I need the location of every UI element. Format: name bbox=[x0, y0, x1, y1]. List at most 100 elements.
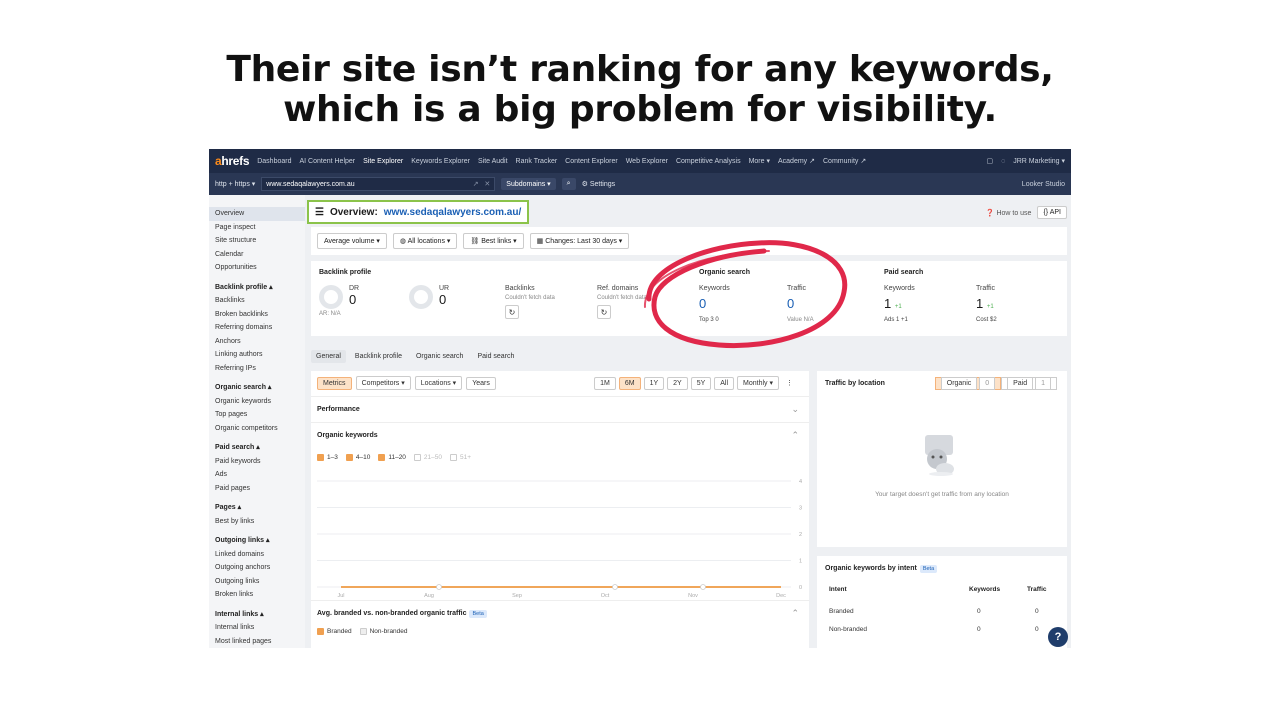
ur-metric[interactable]: UR 0 bbox=[409, 285, 449, 309]
nav-rank-tracker[interactable]: Rank Tracker bbox=[516, 158, 558, 165]
nav-more[interactable]: More ▾ bbox=[749, 157, 770, 165]
sidebar-section-outgoing-links[interactable]: Outgoing links ▴ bbox=[209, 534, 305, 548]
sidebar-item-broken-links[interactable]: Broken links bbox=[209, 588, 305, 602]
sidebar-item-internal-links[interactable]: Internal links bbox=[209, 621, 305, 635]
nav-academy[interactable]: Academy ↗ bbox=[778, 157, 815, 165]
sidebar-item-outgoing-anchors[interactable]: Outgoing anchors bbox=[209, 561, 305, 575]
ahrefs-logo[interactable]: ahrefs bbox=[215, 154, 250, 168]
account-menu[interactable]: JRR Marketing ▾ bbox=[1013, 157, 1065, 165]
screen-icon[interactable]: ▢ bbox=[986, 157, 993, 165]
tab-paid-search[interactable]: Paid search bbox=[472, 350, 519, 363]
nav-dashboard[interactable]: Dashboard bbox=[257, 158, 291, 165]
sidebar-item-referring-ips[interactable]: Referring IPs bbox=[209, 362, 305, 376]
locations-filter[interactable]: ◍ All locations ▾ bbox=[392, 233, 458, 249]
target-url-input[interactable]: www.sedaqalawyers.com.au ↗ ✕ bbox=[261, 177, 496, 191]
metrics-chip[interactable]: Metrics bbox=[317, 376, 352, 390]
locations-chip[interactable]: Locations ▾ bbox=[414, 376, 463, 390]
sidebar-item-top-pages[interactable]: Top pages bbox=[209, 408, 305, 422]
paid-keywords-metric[interactable]: Keywords 1 +1 Ads 1 +1 bbox=[884, 285, 915, 323]
performance-row[interactable]: Performance ⌄ bbox=[311, 396, 809, 422]
row-branded-keywords[interactable]: 0 bbox=[977, 608, 981, 615]
dr-metric[interactable]: DR 0 AR: N/A bbox=[319, 285, 359, 317]
nav-community[interactable]: Community ↗ bbox=[823, 157, 866, 165]
overview-url-link[interactable]: www.sedaqalawyers.com.au/ bbox=[384, 207, 521, 218]
chevron-up-icon[interactable]: ⌃ bbox=[791, 608, 799, 619]
protocol-select[interactable]: http + https ▾ bbox=[215, 180, 255, 188]
settings-button[interactable]: ⚙ Settings bbox=[582, 180, 616, 188]
sidebar-item-site-structure[interactable]: Site structure bbox=[209, 234, 305, 248]
data-point-marker[interactable] bbox=[612, 584, 618, 590]
help-button[interactable]: ? bbox=[1048, 627, 1068, 647]
toggle-paid[interactable]: Paid 1 bbox=[1001, 377, 1057, 390]
years-chip[interactable]: Years bbox=[466, 376, 496, 390]
help-circle-icon[interactable]: ◌ bbox=[1001, 158, 1005, 165]
changes-filter[interactable]: ▦ Changes: Last 30 days ▾ bbox=[529, 233, 630, 249]
nav-web-explorer[interactable]: Web Explorer bbox=[626, 158, 668, 165]
sidebar-item-best-by-links[interactable]: Best by links bbox=[209, 515, 305, 529]
paid-keywords-value[interactable]: 1 bbox=[884, 296, 891, 311]
mode-select[interactable]: Subdomains ▾ bbox=[501, 178, 556, 190]
external-and-clear-icons[interactable]: ↗ ✕ bbox=[473, 180, 491, 188]
backlinks-metric[interactable]: Backlinks Couldn't fetch data ↻ bbox=[505, 285, 555, 319]
legend-21-50[interactable]: 21–50 bbox=[413, 454, 442, 461]
chevron-down-icon[interactable]: ⌄ bbox=[791, 404, 799, 415]
nav-keywords-explorer[interactable]: Keywords Explorer bbox=[411, 158, 470, 165]
paid-traffic-value[interactable]: 1 bbox=[976, 296, 983, 311]
sidebar-item-organic-competitors[interactable]: Organic competitors bbox=[209, 422, 305, 436]
nav-site-explorer[interactable]: Site Explorer bbox=[363, 158, 403, 165]
sidebar-item-ads[interactable]: Ads bbox=[209, 468, 305, 482]
sidebar-item-page-inspect[interactable]: Page inspect bbox=[209, 221, 305, 235]
sidebar-item-organic-keywords[interactable]: Organic keywords bbox=[209, 395, 305, 409]
range-2y[interactable]: 2Y bbox=[667, 376, 688, 390]
nav-content-explorer[interactable]: Content Explorer bbox=[565, 158, 618, 165]
toggle-organic[interactable]: Organic 0 bbox=[934, 377, 1002, 390]
legend-1-3[interactable]: 1–3 bbox=[317, 454, 338, 461]
sidebar-section-paid-search[interactable]: Paid search ▴ bbox=[209, 441, 305, 455]
tab-organic-search[interactable]: Organic search bbox=[411, 350, 468, 363]
menu-icon[interactable]: ☰ bbox=[315, 207, 324, 218]
sidebar-section-internal-links[interactable]: Internal links ▴ bbox=[209, 608, 305, 622]
tab-backlink-profile[interactable]: Backlink profile bbox=[350, 350, 407, 363]
search-icon[interactable]: ⌕ bbox=[561, 178, 576, 190]
nav-competitive-analysis[interactable]: Competitive Analysis bbox=[676, 158, 741, 165]
sidebar-item-opportunities[interactable]: Opportunities bbox=[209, 261, 305, 275]
legend-11-20[interactable]: 11–20 bbox=[378, 454, 406, 461]
sidebar-item-outgoing-links[interactable]: Outgoing links bbox=[209, 575, 305, 589]
branded-row[interactable]: Avg. branded vs. non-branded organic tra… bbox=[311, 600, 809, 626]
data-point-marker[interactable] bbox=[700, 584, 706, 590]
links-filter[interactable]: ⛓ Best links ▾ bbox=[463, 233, 524, 249]
range-6m[interactable]: 6M bbox=[618, 376, 641, 390]
sidebar-item-overview[interactable]: Overview bbox=[209, 207, 305, 221]
sidebar-item-linked-domains[interactable]: Linked domains bbox=[209, 548, 305, 562]
legend-4-10[interactable]: 4–10 bbox=[345, 454, 370, 461]
refresh-icon[interactable]: ↻ bbox=[597, 305, 611, 319]
competitors-chip[interactable]: Competitors ▾ bbox=[355, 376, 411, 390]
legend-branded[interactable]: Branded bbox=[317, 628, 352, 635]
sidebar-item-paid-keywords[interactable]: Paid keywords bbox=[209, 455, 305, 469]
how-to-use-link[interactable]: ❓ How to use bbox=[986, 209, 1032, 217]
sidebar-item-backlinks[interactable]: Backlinks bbox=[209, 294, 305, 308]
sidebar-item-calendar[interactable]: Calendar bbox=[209, 248, 305, 262]
chevron-up-icon[interactable]: ⌃ bbox=[791, 430, 799, 441]
sidebar-item-linking-authors[interactable]: Linking authors bbox=[209, 348, 305, 362]
sidebar-item-broken-backlinks[interactable]: Broken backlinks bbox=[209, 308, 305, 322]
more-options-icon[interactable]: ⋮ bbox=[782, 379, 797, 387]
paid-traffic-metric[interactable]: Traffic 1 +1 Cost $2 bbox=[976, 285, 997, 323]
legend-non-branded[interactable]: Non-branded bbox=[359, 628, 408, 635]
sidebar-item-most-linked-pages[interactable]: Most linked pages bbox=[209, 635, 305, 649]
sidebar-item-anchors[interactable]: Anchors bbox=[209, 335, 305, 349]
nav-ai-content-helper[interactable]: AI Content Helper bbox=[299, 158, 355, 165]
tab-general[interactable]: General bbox=[311, 350, 346, 363]
row-branded-traffic[interactable]: 0 bbox=[1035, 608, 1039, 615]
sidebar-section-backlink-profile[interactable]: Backlink profile ▴ bbox=[209, 281, 305, 295]
interval-select[interactable]: Monthly ▾ bbox=[737, 376, 779, 390]
sidebar-item-referring-domains[interactable]: Referring domains bbox=[209, 321, 305, 335]
range-1y[interactable]: 1Y bbox=[643, 376, 665, 390]
range-1m[interactable]: 1M bbox=[594, 376, 616, 390]
organic-keywords-row[interactable]: Organic keywords ⌃ bbox=[311, 422, 809, 448]
looker-studio-link[interactable]: Looker Studio bbox=[1022, 181, 1071, 188]
sidebar-section-organic-search[interactable]: Organic search ▴ bbox=[209, 381, 305, 395]
range-5y[interactable]: 5Y bbox=[690, 376, 712, 390]
sidebar-section-pages[interactable]: Pages ▴ bbox=[209, 501, 305, 515]
data-point-marker[interactable] bbox=[436, 584, 442, 590]
